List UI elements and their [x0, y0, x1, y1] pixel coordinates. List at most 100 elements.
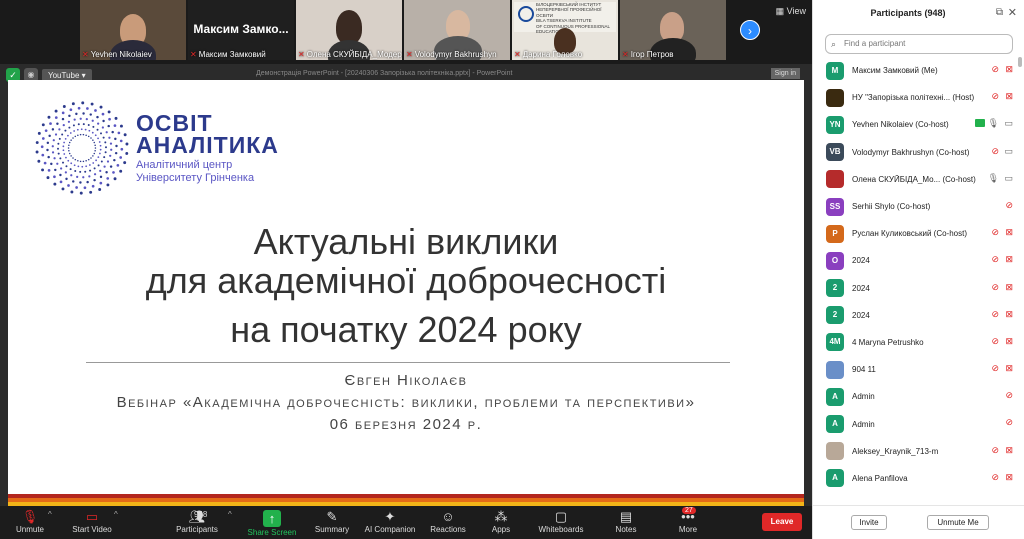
- apps-button[interactable]: ⁂ Apps: [482, 508, 520, 534]
- avatar-image: [826, 88, 844, 107]
- summary-button[interactable]: ✎ Summary: [310, 508, 354, 534]
- participant-row[interactable]: 904 11 ⊘ ⊠: [813, 356, 1024, 383]
- slide-date: 06 березня 2024 р.: [329, 416, 483, 433]
- mic-muted-icon: 🎙︎: [21, 509, 39, 524]
- more-button[interactable]: ••• 27 More: [668, 507, 708, 534]
- participant-row[interactable]: A Admin ⊘: [813, 383, 1024, 410]
- participants-caret[interactable]: ^: [228, 510, 232, 519]
- participants-label: Participants: [176, 525, 218, 534]
- apps-icon: ⁂: [494, 509, 508, 524]
- start-video-label: Start Video: [72, 525, 112, 534]
- video-tile[interactable]: ✕ Олена СКУЙБІДА_Модер...: [296, 0, 402, 60]
- search-icon: ⌕: [831, 39, 837, 49]
- unmute-label: Unmute: [15, 525, 44, 534]
- video-tile[interactable]: ✕ Ігор Петров: [620, 0, 726, 60]
- participant-row[interactable]: YN Yevhen Nikolaiev (Co-host) 🎙︎ ▭: [813, 111, 1024, 138]
- sign-in-button[interactable]: Sign in: [770, 68, 800, 79]
- reactions-button[interactable]: ☺ Reactions: [426, 508, 470, 534]
- mic-muted-icon: ⊘: [991, 145, 999, 156]
- participant-row[interactable]: A Alena Panfilova ⊘ ⊠: [813, 465, 1024, 492]
- view-button[interactable]: ▦ View: [776, 6, 806, 17]
- reactions-icon: ☺: [441, 509, 455, 524]
- audio-options-caret[interactable]: ^: [48, 510, 52, 519]
- whiteboards-button[interactable]: ▢ Whiteboards: [534, 508, 588, 534]
- participant-row[interactable]: Aleksey_Kraynik_713-m ⊘ ⊠: [813, 438, 1024, 465]
- participant-name: Admin: [852, 419, 875, 429]
- participant-row[interactable]: Р Руслан Куликовський (Co-host) ⊘ ⊠: [813, 220, 1024, 247]
- participant-name: Alena Panfilova: [852, 473, 908, 483]
- participant-row[interactable]: 4M 4 Maryna Petrushko ⊘ ⊠: [813, 329, 1024, 356]
- summary-label: Summary: [314, 525, 350, 534]
- camera-off-icon: ⊠: [1005, 64, 1013, 74]
- participant-name: Serhii Shylo (Co-host): [852, 202, 931, 212]
- participant-row[interactable]: SS Serhii Shylo (Co-host) ⊘: [813, 193, 1024, 220]
- start-video-button[interactable]: ▭ Start Video: [66, 508, 118, 534]
- notes-button[interactable]: ▤ Notes: [606, 508, 646, 534]
- institute-logo-icon: [518, 6, 534, 22]
- tile-name-text: Олена СКУЙБІДА_Модер...: [306, 50, 402, 59]
- slide-footer-bands: [8, 494, 804, 506]
- unmute-button[interactable]: 🎙︎ Unmute: [8, 508, 52, 534]
- tile-name: ✕ Yevhen Nikolaiev: [82, 50, 152, 59]
- osvit-analityka-logo-icon: [35, 101, 129, 195]
- logo-subtitle-line2: Університету Грінченка: [136, 172, 255, 184]
- next-page-button[interactable]: ›: [740, 20, 760, 40]
- participant-row[interactable]: A Admin ⊘: [813, 410, 1024, 437]
- logo-text-line2: АНАЛІТИКА: [136, 132, 279, 158]
- leave-button[interactable]: Leave: [762, 513, 802, 531]
- participants-count: 948: [194, 510, 208, 519]
- video-options-caret[interactable]: ^: [114, 510, 118, 519]
- unmute-me-button[interactable]: Unmute Me: [927, 515, 989, 530]
- scroll-thumb[interactable]: [1018, 57, 1022, 67]
- share-screen-button[interactable]: ↑ Share Screen: [246, 508, 298, 537]
- participants-button[interactable]: 👥︎ 948 Participants: [172, 508, 222, 534]
- apps-label: Apps: [491, 525, 511, 534]
- view-label: View: [786, 6, 806, 16]
- avatar: 2: [826, 279, 844, 298]
- notes-icon: ▤: [619, 509, 633, 524]
- reactions-label: Reactions: [430, 525, 466, 534]
- mic-muted-icon: ⊘: [991, 471, 999, 482]
- participant-row[interactable]: О 2024 ⊘ ⊠: [813, 247, 1024, 274]
- search-placeholder: Find a participant: [844, 39, 906, 48]
- zoom-meeting-window: ✕ Yevhen Nikolaiev Максим Замко... ✕ Макси…: [0, 0, 1024, 539]
- video-tile[interactable]: БІЛОЦЕРКІВСЬКИЙ ІНСТИТУТ НЕПЕРЕРВНОЇ ПРО…: [512, 0, 618, 60]
- search-input[interactable]: ⌕ Find a participant: [825, 34, 1013, 54]
- camera-off-icon: ⊠: [1005, 91, 1013, 102]
- slide-author: Євген Ніколаєв: [344, 372, 468, 389]
- video-tile[interactable]: Максим Замко... ✕ Максим Замковий: [188, 0, 294, 60]
- pop-out-icon[interactable]: ⧉: [996, 7, 1003, 18]
- participant-row[interactable]: Олена СКУЙБІДА_Мо... (Co-host) 🎙︎ ▭: [813, 166, 1024, 193]
- participant-row[interactable]: 2 2024 ⊘ ⊠: [813, 275, 1024, 302]
- participant-row[interactable]: M Максим Замковий (Me) ⊘ ⊠: [813, 57, 1024, 84]
- banner-line: НЕПЕРЕРВНОЇ ПРОФЕСІЙНОЇ ОСВІТИ: [536, 7, 602, 18]
- camera-icon: ▭: [1004, 118, 1013, 129]
- invite-button[interactable]: Invite: [851, 515, 887, 530]
- video-tile[interactable]: ✕ Yevhen Nikolaiev: [80, 0, 186, 60]
- tile-name-text: Volodymyr Bakhrushyn: [414, 50, 497, 59]
- ai-companion-button[interactable]: ✦ AI Companion: [362, 508, 418, 534]
- participant-name: Volodymyr Bakhrushyn (Co-host): [852, 147, 970, 157]
- participant-row[interactable]: 2 2024 ⊘ ⊠: [813, 302, 1024, 329]
- avatar: A: [826, 415, 844, 434]
- mic-muted-icon: ⊘: [1005, 390, 1013, 401]
- video-tile[interactable]: ✕ Volodymyr Bakhrushyn: [404, 0, 510, 60]
- participant-row[interactable]: НУ "Запорізька політехні... (Host) ⊘ ⊠: [813, 84, 1024, 111]
- slide-title-line: Актуальні виклики: [253, 221, 559, 262]
- camera-icon: ▭: [1004, 172, 1013, 183]
- avatar-image: [826, 360, 844, 379]
- camera-off-icon: ⊠: [1005, 363, 1013, 374]
- mic-muted-icon: ⊘: [991, 281, 999, 292]
- scrollbar[interactable]: [1018, 57, 1022, 497]
- mic-muted-icon: ⊘: [991, 64, 999, 74]
- mic-muted-icon: ⊘: [991, 308, 999, 319]
- tile-name: ✕ Олена СКУЙБІДА_Модер...: [298, 50, 402, 59]
- participant-row[interactable]: VB Volodymyr Bakhrushyn (Co-host) ⊘ ▭: [813, 139, 1024, 166]
- participant-name: Yevhen Nikolaiev (Co-host): [852, 120, 949, 130]
- avatar: 4M: [826, 333, 844, 352]
- mic-muted-icon: ⊘: [991, 91, 999, 102]
- mic-muted-icon: ⊘: [991, 363, 999, 374]
- close-icon[interactable]: ✕: [1008, 6, 1017, 19]
- tile-name-text: Yevhen Nikolaiev: [90, 50, 152, 59]
- participant-name: 2024: [852, 283, 870, 293]
